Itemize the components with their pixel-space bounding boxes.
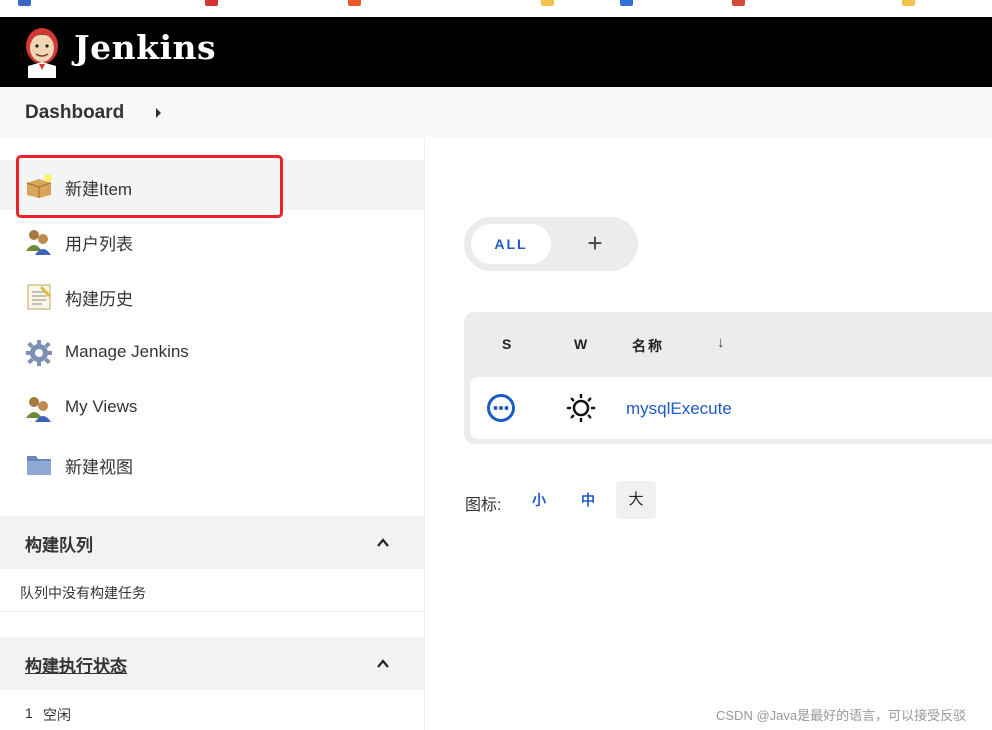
sidebar-item-new-view[interactable]: 新建视图 — [0, 438, 424, 488]
sun-weather-icon[interactable] — [566, 393, 596, 423]
table-row: mysqlExecute — [470, 377, 992, 439]
users-icon — [26, 230, 51, 255]
breadcrumb-dashboard[interactable]: Dashboard — [25, 102, 124, 124]
folder-icon — [27, 456, 51, 475]
gear-icon — [26, 340, 52, 366]
bookmark-item[interactable] — [348, 0, 365, 7]
sidebar: 新建Item 用户列表 构建历史 Manage Jenkins My Views… — [0, 137, 425, 730]
column-header-status[interactable]: S — [502, 336, 511, 352]
bookmark-item[interactable] — [18, 0, 35, 7]
jenkins-logo-icon[interactable] — [22, 26, 62, 78]
build-queue-empty-text: 队列中没有构建任务 — [20, 585, 146, 601]
icon-size-large-button[interactable]: 大 — [616, 481, 656, 519]
sidebar-item-manage-jenkins[interactable]: Manage Jenkins — [0, 327, 424, 377]
executor-status-header[interactable]: 构建执行状态 — [0, 637, 424, 690]
tab-all[interactable]: ALL — [471, 224, 551, 264]
highlight-annotation — [16, 155, 283, 218]
bookmark-item[interactable] — [620, 0, 637, 7]
not-built-icon[interactable] — [486, 393, 516, 423]
breadcrumb: Dashboard — [0, 87, 992, 137]
executor-index: 1 — [25, 705, 33, 721]
build-queue-body: 队列中没有构建任务 — [0, 569, 424, 612]
sort-arrow-icon[interactable]: ↓ — [717, 334, 725, 351]
sidebar-item-build-history[interactable]: 构建历史 — [0, 270, 424, 320]
executor-status-title[interactable]: 构建执行状态 — [25, 652, 127, 677]
column-header-weather[interactable]: W — [574, 336, 587, 352]
add-view-button[interactable]: + — [576, 225, 614, 263]
notepad-icon — [27, 284, 51, 310]
icon-size-label: 图标: — [465, 497, 502, 514]
icon-size-medium-button[interactable]: 中 — [568, 481, 608, 519]
bookmark-item[interactable] — [541, 0, 558, 7]
executor-state: 空闲 — [43, 707, 71, 723]
bookmark-item[interactable] — [732, 0, 749, 7]
job-link[interactable]: mysqlExecute — [626, 399, 732, 419]
users-icon — [26, 397, 51, 422]
brand-name[interactable]: Jenkins — [74, 28, 216, 67]
column-header-name[interactable]: 名称 — [632, 336, 664, 356]
watermark: CSDN @Java是最好的语言，可以接受反驳 — [716, 708, 967, 723]
sidebar-item-label: 用户列表 — [65, 235, 133, 254]
icon-size-small-button[interactable]: 小 — [519, 481, 559, 519]
breadcrumb-caret-icon[interactable] — [156, 108, 161, 118]
chevron-up-icon[interactable] — [377, 658, 389, 670]
sidebar-item-label: 构建历史 — [65, 290, 133, 309]
bookmarks-bar — [0, 0, 992, 17]
view-tabs: ALL + — [464, 217, 638, 271]
chevron-up-icon[interactable] — [377, 537, 389, 549]
sidebar-item-label: Manage Jenkins — [65, 342, 189, 361]
jobs-table: S W 名称 ↓ mysqlExecute — [464, 312, 992, 444]
sidebar-item-label: My Views — [65, 397, 138, 416]
sidebar-item-label: 新建视图 — [65, 458, 133, 477]
build-queue-title: 构建队列 — [25, 536, 93, 555]
bookmark-item[interactable] — [902, 0, 919, 7]
executor-status-body: 1 空闲 — [0, 690, 424, 730]
sidebar-item-users[interactable]: 用户列表 — [0, 215, 424, 265]
bookmark-item[interactable] — [205, 0, 222, 7]
page-header: Jenkins — [0, 17, 992, 87]
sidebar-item-my-views[interactable]: My Views — [0, 382, 424, 432]
build-queue-header[interactable]: 构建队列 — [0, 516, 424, 569]
main-panel: ALL + S W 名称 ↓ mysqlExecute 图标: 小 中 大 — [426, 137, 992, 730]
